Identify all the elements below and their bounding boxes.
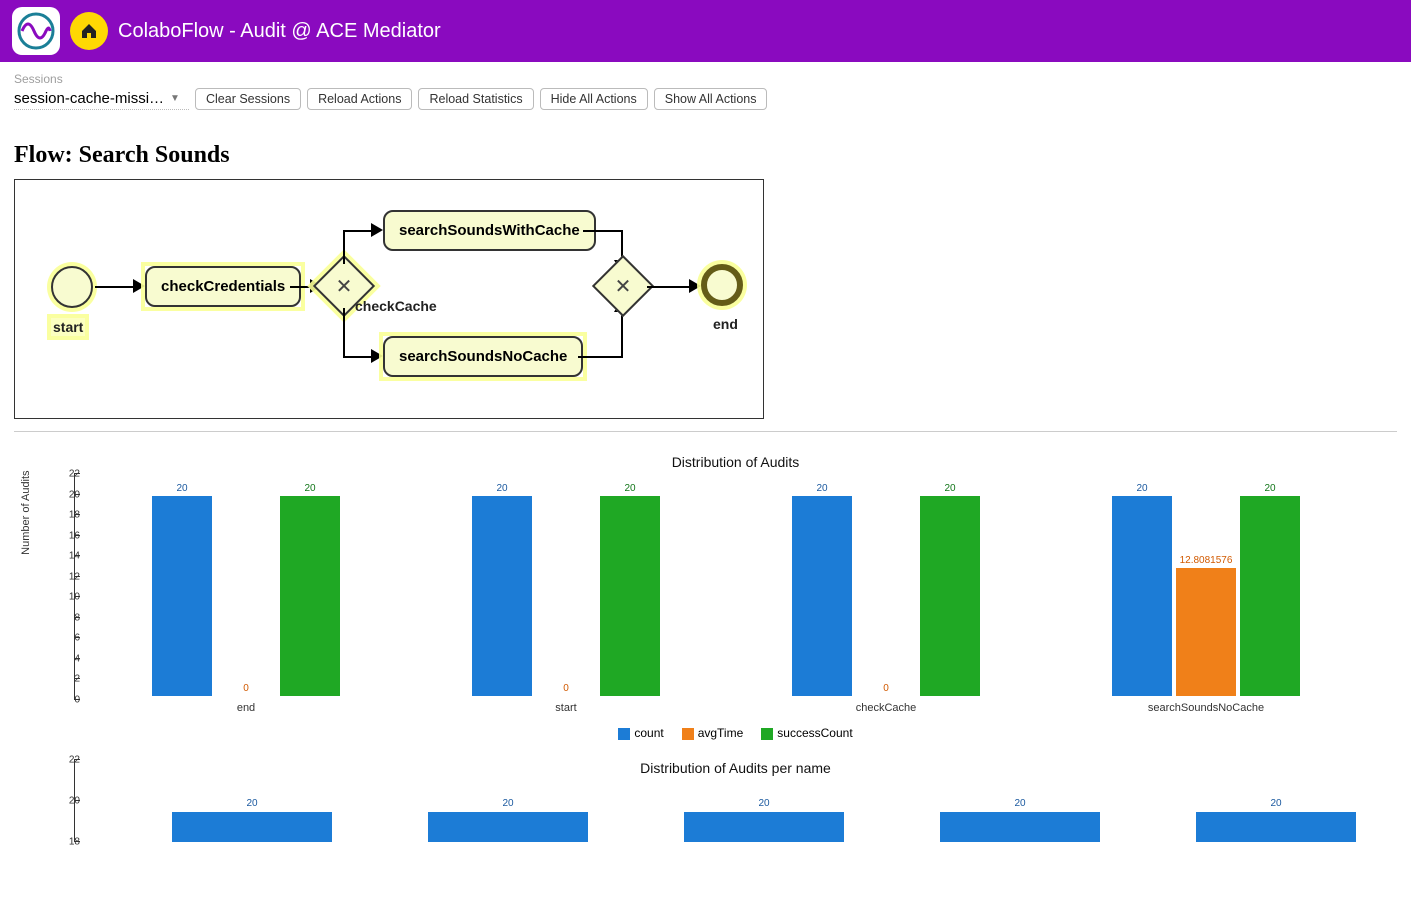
- chart2-ytick: 22: [50, 755, 80, 766]
- flow-diagram: start checkCredentials ✕ checkCache sear…: [14, 179, 764, 419]
- chart2-bar: 20: [684, 812, 844, 842]
- flow-title: Flow: Search Sounds: [14, 142, 1397, 169]
- chart1-legend-item: successCount: [761, 726, 852, 740]
- chart1-ytick: 20: [50, 489, 80, 500]
- flow-gateway-merge[interactable]: ✕: [592, 255, 654, 317]
- chart2-bar-label: 20: [1014, 798, 1025, 809]
- chart1-bar: 12.8081576: [1176, 568, 1236, 696]
- home-icon: [79, 21, 99, 41]
- chart1-category-label: start: [555, 702, 576, 714]
- chart1-group: 20020checkCache: [766, 476, 1006, 696]
- app-title: ColaboFlow - Audit @ ACE Mediator: [118, 20, 441, 43]
- chart1-bar: 20: [1240, 496, 1300, 696]
- chart1-bar-label: 20: [496, 483, 507, 494]
- chevron-down-icon: ▼: [170, 93, 180, 104]
- chart1-bar: 20: [472, 496, 532, 696]
- chart2-bar: 20: [940, 812, 1100, 842]
- chart1-bar-label: 12.8081576: [1180, 555, 1233, 566]
- chart2-bar-label: 20: [758, 798, 769, 809]
- chart1-bar-label: 20: [1264, 483, 1275, 494]
- clear-sessions-button[interactable]: Clear Sessions: [195, 88, 301, 110]
- toolbar: session-cache-missi… ▼ Clear Sessions Re…: [14, 88, 1397, 110]
- chart1-title: Distribution of Audits: [84, 454, 1387, 470]
- chart1-ytick: 18: [50, 510, 80, 521]
- chart1-bar: 20: [792, 496, 852, 696]
- sessions-label: Sessions: [14, 72, 1397, 86]
- chart1-bar-label: 20: [816, 483, 827, 494]
- chart1-ylabel: Number of Audits: [20, 470, 32, 554]
- flow-node-start[interactable]: [51, 266, 93, 308]
- session-select-value: session-cache-missi…: [14, 90, 164, 107]
- app-logo: [12, 7, 60, 55]
- chart2-bar: 20: [1196, 812, 1356, 842]
- flow-gateway-check-cache-label: checkCache: [355, 298, 437, 314]
- chart1-bar-label: 20: [304, 483, 315, 494]
- chart2-title: Distribution of Audits per name: [84, 760, 1387, 776]
- reload-statistics-button[interactable]: Reload Statistics: [418, 88, 533, 110]
- chart1-ytick: 10: [50, 592, 80, 603]
- chart1-category-label: checkCache: [856, 702, 917, 714]
- chart1-ytick: 4: [50, 653, 80, 664]
- chart1-bar-label: 0: [243, 683, 249, 694]
- chart1-category-label: searchSoundsNoCache: [1148, 702, 1264, 714]
- chart2-bar-label: 20: [1270, 798, 1281, 809]
- flow-node-start-label: start: [51, 318, 85, 336]
- reload-actions-button[interactable]: Reload Actions: [307, 88, 412, 110]
- chart1-bar-label: 0: [563, 683, 569, 694]
- chart1-group: 20020start: [446, 476, 686, 696]
- legend-swatch: [618, 728, 630, 740]
- chart1-bar-label: 20: [1136, 483, 1147, 494]
- chart1-ytick: 12: [50, 571, 80, 582]
- chart1-ytick: 14: [50, 551, 80, 562]
- chart1-bar: 20: [280, 496, 340, 696]
- chart1-ytick: 6: [50, 633, 80, 644]
- chart1-bar: 20: [600, 496, 660, 696]
- show-all-actions-button[interactable]: Show All Actions: [654, 88, 768, 110]
- chart2-bar-label: 20: [502, 798, 513, 809]
- chart2-bar: 20: [428, 812, 588, 842]
- chart1-legend-item: count: [618, 726, 663, 740]
- chart1-ytick: 8: [50, 612, 80, 623]
- waveform-icon: [16, 11, 56, 51]
- flow-node-check-credentials[interactable]: checkCredentials: [145, 266, 301, 307]
- legend-swatch: [761, 728, 773, 740]
- chart1-ytick: 16: [50, 530, 80, 541]
- legend-swatch: [682, 728, 694, 740]
- chart1-legend: count avgTime successCount: [84, 726, 1387, 740]
- chart1-group: 20020end: [126, 476, 366, 696]
- chart1-category-label: end: [237, 702, 255, 714]
- chart2-bar: 20: [172, 812, 332, 842]
- chart2-ytick: 20: [50, 796, 80, 807]
- chart1-bar-label: 0: [883, 683, 889, 694]
- chart1-ytick: 0: [50, 695, 80, 706]
- chart1-bar-label: 20: [624, 483, 635, 494]
- chart1-legend-item: avgTime: [682, 726, 744, 740]
- flow-node-end-label: end: [713, 316, 738, 332]
- chart1-bar-label: 20: [176, 483, 187, 494]
- chart1-bar: 20: [920, 496, 980, 696]
- app-topbar: ColaboFlow - Audit @ ACE Mediator: [0, 0, 1411, 62]
- session-select[interactable]: session-cache-missi… ▼: [14, 88, 189, 110]
- chart1-bar-label: 20: [944, 483, 955, 494]
- flow-node-end[interactable]: [701, 264, 743, 306]
- chart-distribution-per-name: Distribution of Audits per name 182022 2…: [14, 760, 1397, 842]
- hide-all-actions-button[interactable]: Hide All Actions: [540, 88, 648, 110]
- chart1-group: 2012.808157620searchSoundsNoCache: [1086, 476, 1326, 696]
- chart-distribution-of-audits: Distribution of Audits Number of Audits …: [14, 444, 1397, 750]
- chart1-bar: 20: [1112, 496, 1172, 696]
- chart2-ytick: 18: [50, 837, 80, 848]
- flow-node-search-no-cache[interactable]: searchSoundsNoCache: [383, 336, 583, 377]
- chart1-bar: 20: [152, 496, 212, 696]
- chart1-ytick: 2: [50, 674, 80, 685]
- chart2-bar-label: 20: [246, 798, 257, 809]
- home-button[interactable]: [70, 12, 108, 50]
- chart1-ytick: 22: [50, 469, 80, 480]
- flow-node-search-with-cache[interactable]: searchSoundsWithCache: [383, 210, 596, 251]
